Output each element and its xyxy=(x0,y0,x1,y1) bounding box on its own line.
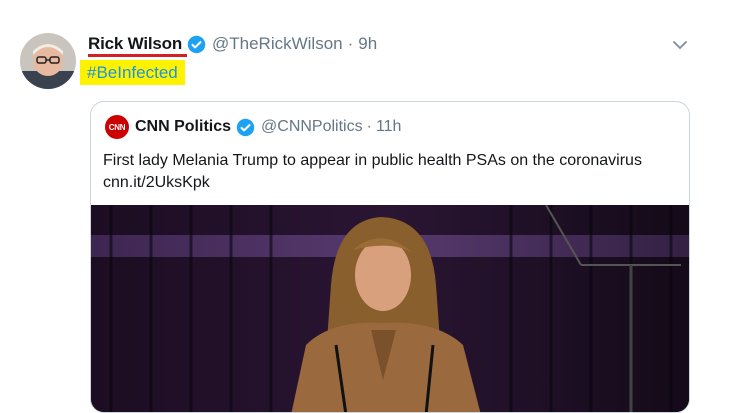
quoted-timestamp[interactable]: 11h xyxy=(376,118,402,136)
chevron-down-icon[interactable] xyxy=(672,38,688,50)
quoted-tweet-body: First lady Melania Trump to appear in pu… xyxy=(103,152,642,169)
verified-badge-icon xyxy=(236,118,255,137)
name-underline-annotation xyxy=(88,54,187,57)
quoted-tweet-card[interactable]: CNN CNN Politics @CNNPolitics · 11h Firs… xyxy=(90,101,690,413)
quoted-author-handle[interactable]: @CNNPolitics xyxy=(261,118,363,136)
author-handle[interactable]: @TheRickWilson xyxy=(212,34,343,54)
author-name[interactable]: Rick Wilson xyxy=(88,34,182,54)
separator-dot: · xyxy=(347,34,354,53)
quoted-tweet-text: First lady Melania Trump to appear in pu… xyxy=(103,150,683,194)
verified-badge-icon xyxy=(187,35,206,54)
tweet-timestamp[interactable]: 9h xyxy=(358,34,377,54)
quoted-tweet-image[interactable] xyxy=(91,205,689,412)
quoted-tweet-header: CNN CNN Politics @CNNPolitics · 11h xyxy=(105,115,401,139)
hashtag-link[interactable]: #BeInfected xyxy=(80,60,185,85)
cnn-avatar[interactable]: CNN xyxy=(105,115,129,139)
separator-dot: · xyxy=(366,118,372,135)
tweet-header: Rick Wilson @TheRickWilson · 9h xyxy=(88,34,377,54)
quoted-tweet-link[interactable]: cnn.it/2UksKpk xyxy=(103,172,683,194)
quoted-author-name[interactable]: CNN Politics xyxy=(135,118,231,136)
author-avatar[interactable] xyxy=(20,33,76,89)
